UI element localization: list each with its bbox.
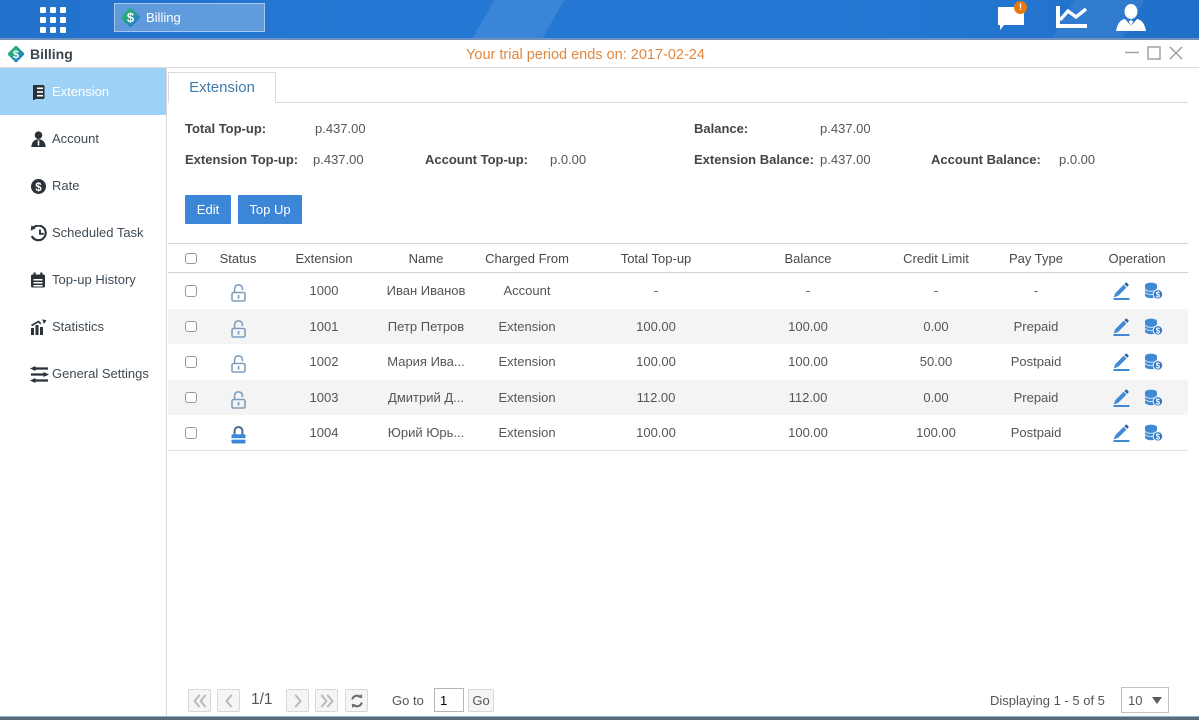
svg-text:$: $ xyxy=(1156,361,1161,370)
svg-text:$: $ xyxy=(1156,397,1161,406)
svg-text:$: $ xyxy=(1156,432,1161,441)
svg-text:$: $ xyxy=(35,182,42,194)
svg-text:$: $ xyxy=(127,10,135,25)
svg-text:$: $ xyxy=(1156,290,1161,299)
svg-text:$: $ xyxy=(1156,326,1161,335)
